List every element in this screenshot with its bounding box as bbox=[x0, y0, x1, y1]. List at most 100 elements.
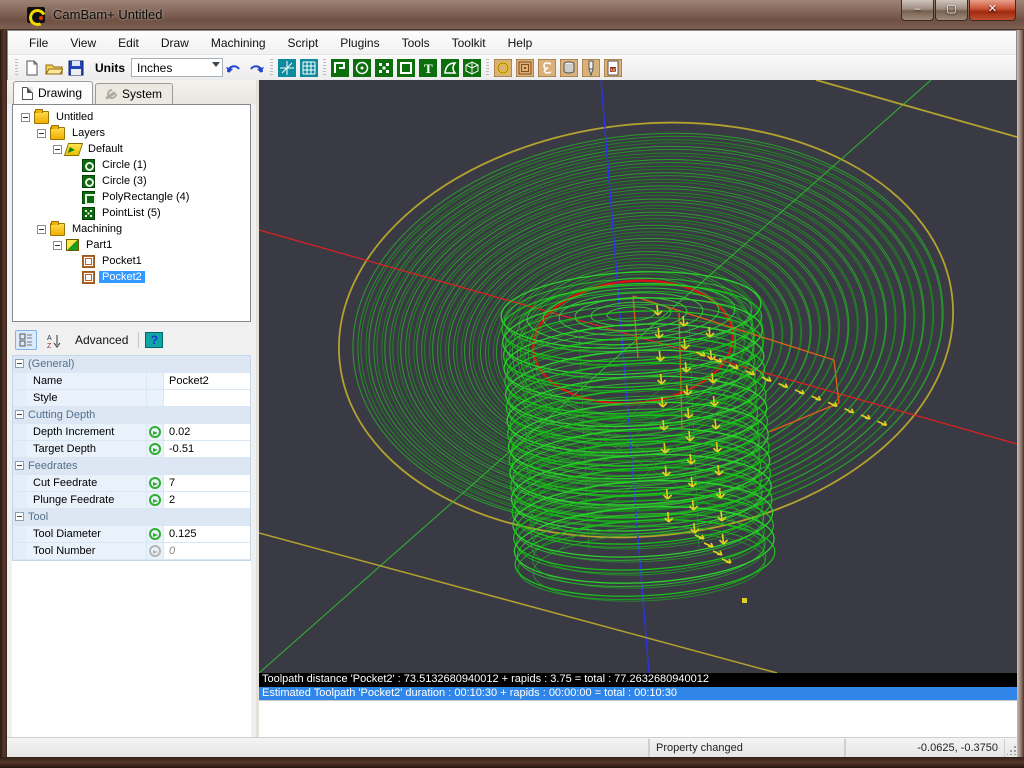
category-label: Feedrates bbox=[28, 458, 78, 474]
tree-item-machining[interactable]: Machining bbox=[13, 221, 250, 237]
status-bar: Property changed -0.0625, -0.3750 bbox=[7, 737, 1017, 757]
property-row-target-depth: Target Depth-0.51 bbox=[13, 441, 250, 458]
property-value-field[interactable]: 2 bbox=[164, 492, 250, 508]
tree-collapse-icon[interactable] bbox=[37, 129, 46, 138]
inherit-arrow-icon bbox=[147, 543, 164, 559]
category-collapse-icon[interactable] bbox=[15, 410, 24, 419]
category-collapse-icon[interactable] bbox=[15, 461, 24, 470]
property-row-style: Style bbox=[13, 390, 250, 407]
category-collapse-icon[interactable] bbox=[15, 512, 24, 521]
machine-vbit-icon[interactable] bbox=[581, 58, 601, 78]
menu-item-toolkit[interactable]: Toolkit bbox=[441, 33, 497, 53]
tree-item-circle-1-[interactable]: Circle (1) bbox=[13, 157, 250, 173]
tree-item-pocket2[interactable]: Pocket2 bbox=[13, 269, 250, 285]
machine-engrave-icon[interactable] bbox=[537, 58, 557, 78]
tree-item-part1[interactable]: Part1 bbox=[13, 237, 250, 253]
viewport-3d-canvas[interactable] bbox=[259, 80, 1017, 673]
property-value-field[interactable]: Pocket2 bbox=[164, 373, 250, 389]
tree-collapse-icon[interactable] bbox=[21, 113, 30, 122]
snap-grid-icon[interactable] bbox=[299, 58, 319, 78]
menu-item-edit[interactable]: Edit bbox=[107, 33, 150, 53]
menu-item-tools[interactable]: Tools bbox=[391, 33, 441, 53]
undo-icon[interactable] bbox=[224, 58, 244, 78]
tree-item-label: PointList (5) bbox=[99, 207, 164, 219]
no-icon bbox=[147, 373, 164, 389]
row-margin bbox=[13, 475, 27, 491]
menu-item-machining[interactable]: Machining bbox=[200, 33, 277, 53]
alphabetical-sort-button[interactable]: AZ bbox=[43, 330, 65, 350]
tree-item-default[interactable]: Default bbox=[13, 141, 250, 157]
statusbar-message: Property changed bbox=[649, 739, 845, 757]
app-logo-icon bbox=[27, 7, 45, 23]
tab-system[interactable]: System bbox=[95, 83, 173, 104]
menu-item-view[interactable]: View bbox=[59, 33, 107, 53]
property-label: Name bbox=[27, 373, 147, 389]
machine-profile-icon[interactable] bbox=[493, 58, 513, 78]
snap-point-icon[interactable] bbox=[277, 58, 297, 78]
draw-polyline-icon[interactable] bbox=[330, 58, 350, 78]
property-category-tool[interactable]: Tool bbox=[13, 509, 250, 526]
title-bar[interactable]: CamBam+ Untitled – ▢ ✕ bbox=[0, 0, 1024, 30]
machine-drill-icon[interactable] bbox=[559, 58, 579, 78]
minimize-button[interactable]: – bbox=[901, 0, 934, 21]
property-value-field[interactable]: -0.51 bbox=[164, 441, 250, 457]
draw-rectangle-icon[interactable] bbox=[396, 58, 416, 78]
help-button[interactable]: ? bbox=[145, 332, 163, 348]
menu-item-file[interactable]: File bbox=[18, 33, 59, 53]
category-collapse-icon[interactable] bbox=[15, 359, 24, 368]
units-select[interactable]: Inches bbox=[131, 58, 223, 77]
draw-surface-icon[interactable] bbox=[440, 58, 460, 78]
tree-collapse-icon[interactable] bbox=[53, 241, 62, 250]
circle-icon bbox=[82, 175, 95, 188]
advanced-button[interactable]: Advanced bbox=[71, 331, 132, 349]
menu-item-plugins[interactable]: Plugins bbox=[329, 33, 390, 53]
save-file-icon[interactable] bbox=[66, 58, 86, 78]
circle-icon bbox=[82, 159, 95, 172]
draw-circle-icon[interactable] bbox=[352, 58, 372, 78]
units-value: Inches bbox=[137, 61, 172, 75]
tree-item-untitled[interactable]: Untitled bbox=[13, 109, 250, 125]
menu-item-script[interactable]: Script bbox=[277, 33, 330, 53]
toolbar-grip[interactable] bbox=[270, 59, 273, 77]
property-row-plunge-feedrate: Plunge Feedrate2 bbox=[13, 492, 250, 509]
menu-item-draw[interactable]: Draw bbox=[150, 33, 200, 53]
close-button[interactable]: ✕ bbox=[969, 0, 1016, 21]
tree-collapse-icon[interactable] bbox=[53, 145, 62, 154]
tree-item-circle-3-[interactable]: Circle (3) bbox=[13, 173, 250, 189]
property-value-field[interactable]: 7 bbox=[164, 475, 250, 491]
machine-pocket-icon[interactable] bbox=[515, 58, 535, 78]
tab-system-label: System bbox=[122, 87, 162, 101]
tree-item-layers[interactable]: Layers bbox=[13, 125, 250, 141]
tree-item-pocket1[interactable]: Pocket1 bbox=[13, 253, 250, 269]
inherit-arrow-icon bbox=[147, 424, 164, 440]
property-category-feedrates[interactable]: Feedrates bbox=[13, 458, 250, 475]
property-category--general-[interactable]: (General) bbox=[13, 356, 250, 373]
menu-item-help[interactable]: Help bbox=[497, 33, 544, 53]
property-category-cutting-depth[interactable]: Cutting Depth bbox=[13, 407, 250, 424]
tab-drawing[interactable]: Drawing bbox=[13, 81, 93, 104]
toolbar-grip[interactable] bbox=[486, 59, 489, 77]
draw-3d-icon[interactable] bbox=[462, 58, 482, 78]
toolpath-duration-status[interactable]: Estimated Toolpath 'Pocket2' duration : … bbox=[259, 687, 1017, 700]
toolbar-grip[interactable] bbox=[323, 59, 326, 77]
row-margin bbox=[13, 492, 27, 508]
open-file-icon[interactable] bbox=[44, 58, 64, 78]
tree-collapse-icon[interactable] bbox=[37, 225, 46, 234]
toolbar-grip[interactable] bbox=[15, 59, 18, 77]
categorized-view-button[interactable] bbox=[15, 330, 37, 350]
redo-icon[interactable] bbox=[246, 58, 266, 78]
property-value-field[interactable]: 0.02 bbox=[164, 424, 250, 440]
property-value-field[interactable]: 0.125 bbox=[164, 526, 250, 542]
maximize-button[interactable]: ▢ bbox=[935, 0, 968, 21]
property-value-field[interactable] bbox=[164, 390, 250, 406]
resize-grip[interactable] bbox=[1005, 738, 1017, 757]
tree-item-polyrectangle-4-[interactable]: PolyRectangle (4) bbox=[13, 189, 250, 205]
draw-pointlist-icon[interactable] bbox=[374, 58, 394, 78]
new-file-icon[interactable] bbox=[22, 58, 42, 78]
machine-gcode-icon[interactable]: NC bbox=[603, 58, 623, 78]
property-value-field[interactable]: 0 bbox=[164, 543, 250, 559]
property-label: Tool Number bbox=[27, 543, 147, 559]
tree-item-pointlist-5-[interactable]: PointList (5) bbox=[13, 205, 250, 221]
draw-text-icon[interactable]: T bbox=[418, 58, 438, 78]
tree-item-label: Part1 bbox=[83, 239, 115, 251]
